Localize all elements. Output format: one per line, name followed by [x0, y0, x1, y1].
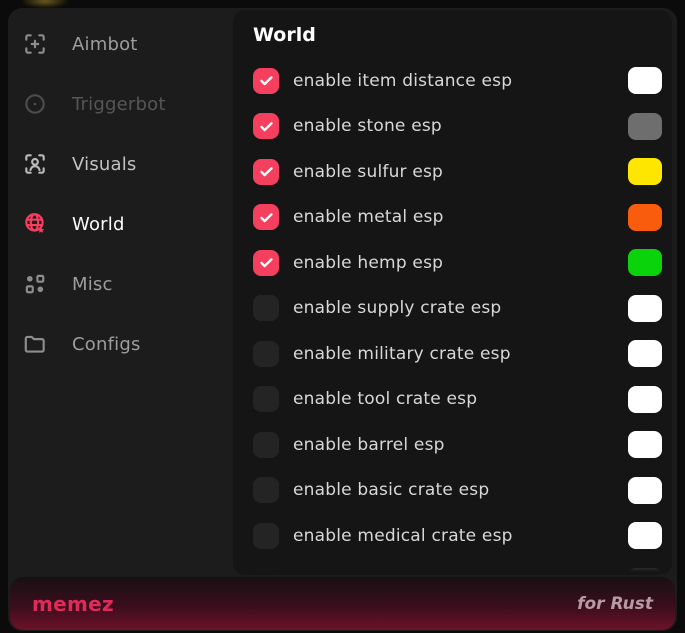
enable-sulfur-esp-checkbox[interactable]	[253, 159, 279, 185]
cheat-menu-window: AimbotTriggerbotVisualsWorldMiscConfigs …	[8, 8, 677, 631]
sidebar-item-aimbot[interactable]: Aimbot	[8, 14, 233, 74]
esp-option-label: enable stone esp	[293, 116, 628, 136]
enable-medical-crate-esp-color-swatch[interactable]	[628, 522, 662, 549]
sidebar-item-world[interactable]: World	[8, 194, 233, 254]
esp-row-enable-sulfur-esp: enable sulfur esp	[253, 149, 662, 195]
enable-medical-crate-esp-checkbox[interactable]	[253, 523, 279, 549]
esp-row-enable-basic-crate-esp: enable basic crate esp	[253, 468, 662, 514]
brand-name: memez	[32, 592, 114, 616]
esp-option-label: enable basic crate esp	[293, 480, 628, 500]
enable-barrel-esp-checkbox[interactable]	[253, 432, 279, 458]
esp-option-label: enable hemp esp	[293, 253, 628, 273]
enable-basic-crate-esp-checkbox[interactable]	[253, 477, 279, 503]
checkmark-icon	[258, 118, 275, 135]
sidebar-item-label: Configs	[72, 334, 141, 355]
esp-option-label: enable barrel esp	[293, 435, 628, 455]
circle-dot-icon	[22, 91, 48, 117]
crosshair-scan-icon	[22, 31, 48, 57]
background-game-glimpse	[22, 0, 68, 8]
enable-stone-esp-checkbox[interactable]	[253, 113, 279, 139]
esp-row-enable-military-crate-esp: enable military crate esp	[253, 331, 662, 377]
partial-color-swatch[interactable]	[628, 568, 662, 575]
globe-star-icon	[22, 211, 48, 237]
esp-option-label: enable item distance esp	[293, 71, 628, 91]
sidebar-item-configs[interactable]: Configs	[8, 314, 233, 374]
sidebar: Aimbot Triggerbot Visuals World Misc Configs	[8, 8, 233, 374]
esp-option-label: enable military crate esp	[293, 344, 628, 364]
esp-row-enable-barrel-esp: enable barrel esp	[253, 422, 662, 468]
footer-bar: memez for Rust	[10, 577, 675, 630]
enable-metal-esp-color-swatch[interactable]	[628, 204, 662, 231]
widgets-grid-icon	[22, 271, 48, 297]
enable-tool-crate-esp-checkbox[interactable]	[253, 386, 279, 412]
sidebar-item-label: World	[72, 214, 125, 235]
esp-row-enable-stone-esp: enable stone esp	[253, 104, 662, 150]
enable-military-crate-esp-checkbox[interactable]	[253, 341, 279, 367]
esp-row-enable-metal-esp: enable metal esp	[253, 195, 662, 241]
enable-supply-crate-esp-color-swatch[interactable]	[628, 295, 662, 322]
esp-row-enable-tool-crate-esp: enable tool crate esp	[253, 377, 662, 423]
enable-basic-crate-esp-color-swatch[interactable]	[628, 477, 662, 504]
checkmark-icon	[258, 254, 275, 271]
esp-option-label: enable medical crate esp	[293, 526, 628, 546]
esp-option-list: enable item distance esp enable stone esp…	[253, 58, 662, 575]
esp-option-label: enable metal esp	[293, 207, 628, 227]
enable-supply-crate-esp-checkbox[interactable]	[253, 295, 279, 321]
screen: AimbotTriggerbotVisualsWorldMiscConfigs …	[0, 0, 685, 633]
sidebar-item-label: Visuals	[72, 154, 137, 175]
enable-tool-crate-esp-color-swatch[interactable]	[628, 386, 662, 413]
enable-hemp-esp-checkbox[interactable]	[253, 250, 279, 276]
enable-item-distance-esp-color-swatch[interactable]	[628, 67, 662, 94]
checkmark-icon	[258, 163, 275, 180]
enable-item-distance-esp-checkbox[interactable]	[253, 68, 279, 94]
world-panel: World enable item distance esp enable sto…	[233, 10, 672, 575]
checkmark-icon	[258, 209, 275, 226]
user-scan-icon	[22, 151, 48, 177]
esp-row-partial	[253, 559, 662, 576]
sidebar-item-misc[interactable]: Misc	[8, 254, 233, 314]
checkmark-icon	[258, 72, 275, 89]
sidebar-item-label: Aimbot	[72, 34, 138, 55]
sidebar-item-label: Misc	[72, 274, 113, 295]
brand-tagline: for Rust	[577, 594, 653, 614]
enable-stone-esp-color-swatch[interactable]	[628, 113, 662, 140]
sidebar-item-triggerbot[interactable]: Triggerbot	[8, 74, 233, 134]
enable-sulfur-esp-color-swatch[interactable]	[628, 158, 662, 185]
folder-icon	[22, 331, 48, 357]
enable-hemp-esp-color-swatch[interactable]	[628, 249, 662, 276]
esp-row-enable-medical-crate-esp: enable medical crate esp	[253, 513, 662, 559]
sidebar-item-label: Triggerbot	[72, 94, 166, 115]
esp-row-enable-item-distance-esp: enable item distance esp	[253, 58, 662, 104]
sidebar-item-visuals[interactable]: Visuals	[8, 134, 233, 194]
partial-checkbox[interactable]	[253, 568, 279, 575]
esp-option-label: enable tool crate esp	[293, 389, 628, 409]
panel-title: World	[253, 24, 662, 46]
enable-military-crate-esp-color-swatch[interactable]	[628, 340, 662, 367]
esp-option-label: enable supply crate esp	[293, 298, 628, 318]
esp-option-label: enable sulfur esp	[293, 162, 628, 182]
esp-row-enable-supply-crate-esp: enable supply crate esp	[253, 286, 662, 332]
enable-barrel-esp-color-swatch[interactable]	[628, 431, 662, 458]
enable-metal-esp-checkbox[interactable]	[253, 204, 279, 230]
esp-row-enable-hemp-esp: enable hemp esp	[253, 240, 662, 286]
